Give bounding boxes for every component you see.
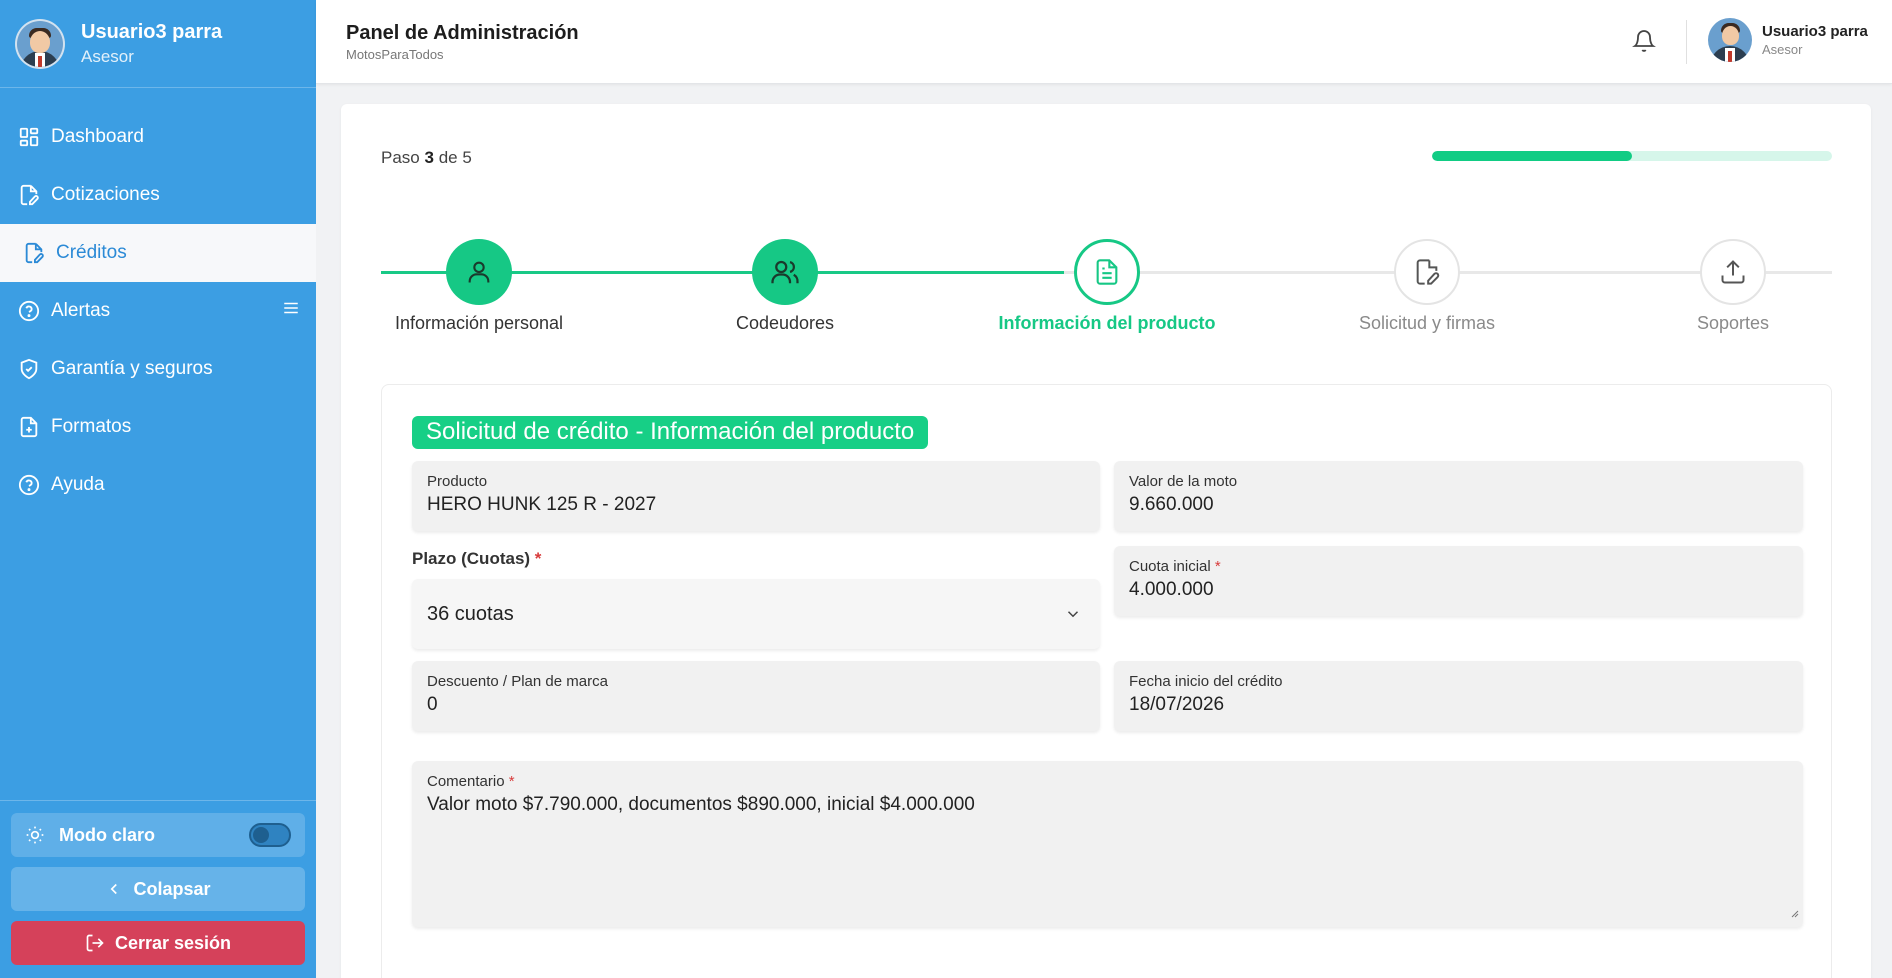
field-value: Valor moto $7.790.000, documentos $890.0… bbox=[427, 794, 975, 815]
sidebar-nav: Dashboard Cotizaciones Créditos Alertas bbox=[0, 108, 316, 514]
sidebar-item-garantia[interactable]: Garantía y seguros bbox=[0, 340, 316, 398]
sidebar-item-dashboard[interactable]: Dashboard bbox=[0, 108, 316, 166]
theme-toggle[interactable] bbox=[249, 823, 291, 847]
sidebar-user-role: Asesor bbox=[81, 46, 134, 66]
header-divider bbox=[1686, 20, 1687, 64]
section-title: Solicitud de crédito - Información del p… bbox=[412, 416, 929, 449]
field-label-text: Comentario bbox=[427, 773, 505, 790]
field-label: Descuento / Plan de marca bbox=[427, 673, 608, 690]
document-edit-icon bbox=[22, 241, 46, 265]
field-label: Fecha inicio del crédito bbox=[1129, 673, 1283, 690]
field-label: Producto bbox=[427, 473, 488, 490]
page-title: Panel de Administración bbox=[346, 22, 579, 44]
header-user-menu[interactable]: Usuario3 parra Asesor bbox=[1708, 18, 1868, 62]
file-text-icon bbox=[1074, 239, 1140, 305]
required-mark: * bbox=[534, 549, 542, 568]
plazo-label: Plazo (Cuotas) * bbox=[412, 549, 541, 569]
avatar bbox=[15, 18, 65, 69]
sidebar-user-name: Usuario3 parra bbox=[81, 20, 223, 43]
fecha-inicio-field[interactable]: Fecha inicio del crédito 18/07/2026 bbox=[1114, 661, 1803, 731]
wizard-progress-fill bbox=[1432, 151, 1632, 161]
collapse-label: Colapsar bbox=[133, 878, 211, 899]
sidebar-item-label: Dashboard bbox=[51, 126, 144, 147]
chevron-down-icon bbox=[1064, 605, 1082, 628]
chevron-left-icon bbox=[105, 880, 123, 898]
wizard-stepper: Información personal Codeudores Informac… bbox=[381, 236, 1832, 346]
field-label-text: Cuota inicial bbox=[1129, 558, 1211, 575]
shield-check-icon bbox=[17, 357, 41, 381]
producto-field[interactable]: Producto HERO HUNK 125 R - 2027 bbox=[412, 461, 1100, 531]
bell-icon[interactable] bbox=[1632, 28, 1656, 59]
document-edit-icon bbox=[17, 183, 41, 207]
sidebar-item-label: Garantía y seguros bbox=[51, 358, 213, 379]
resize-handle-icon[interactable] bbox=[1789, 905, 1799, 923]
theme-mode-label: Modo claro bbox=[59, 824, 156, 845]
sidebar-item-label: Formatos bbox=[51, 416, 132, 437]
top-header: Panel de Administración MotosParaTodos U… bbox=[316, 0, 1892, 84]
field-label: Valor de la moto bbox=[1129, 473, 1238, 490]
step-label: Soportes bbox=[1696, 313, 1770, 333]
field-value: 18/07/2026 bbox=[1129, 694, 1225, 715]
step-indicator: Paso 3 de 5 bbox=[381, 148, 472, 168]
field-value: HERO HUNK 125 R - 2027 bbox=[427, 494, 657, 515]
required-mark: * bbox=[508, 773, 515, 790]
sidebar-item-label: Créditos bbox=[56, 242, 127, 263]
sidebar-item-alertas[interactable]: Alertas bbox=[0, 282, 316, 340]
valor-moto-field[interactable]: Valor de la moto 9.660.000 bbox=[1114, 461, 1803, 531]
field-value: 4.000.000 bbox=[1129, 579, 1214, 600]
upload-icon bbox=[1700, 239, 1766, 305]
sidebar-item-ayuda[interactable]: Ayuda bbox=[0, 456, 316, 514]
cuota-inicial-field[interactable]: Cuota inicial * 4.000.000 bbox=[1114, 546, 1803, 616]
collapse-button[interactable]: Colapsar bbox=[11, 867, 305, 911]
comentario-textarea[interactable]: Comentario * Valor moto $7.790.000, docu… bbox=[412, 761, 1803, 927]
descuento-field[interactable]: Descuento / Plan de marca 0 bbox=[412, 661, 1100, 731]
field-label: Comentario * bbox=[427, 773, 515, 790]
avatar bbox=[1708, 18, 1752, 62]
logout-icon bbox=[85, 933, 105, 953]
sidebar: Usuario3 parra Asesor Dashboard Cotizaci… bbox=[0, 0, 316, 978]
header-user-name: Usuario3 parra bbox=[1762, 23, 1868, 40]
required-mark: * bbox=[1214, 558, 1221, 575]
plazo-select-value: 36 cuotas bbox=[427, 603, 514, 625]
sidebar-item-label: Ayuda bbox=[51, 474, 105, 495]
sidebar-item-formatos[interactable]: Formatos bbox=[0, 398, 316, 456]
question-circle-icon bbox=[17, 299, 41, 323]
field-label: Cuota inicial * bbox=[1129, 558, 1221, 575]
sidebar-footer: Modo claro Colapsar Cerrar sesión bbox=[0, 800, 316, 978]
step-total: de 5 bbox=[438, 148, 472, 167]
question-circle-icon bbox=[17, 473, 41, 497]
field-value: 0 bbox=[427, 694, 438, 715]
step-current: 3 bbox=[424, 148, 434, 167]
plazo-label-text: Plazo (Cuotas) bbox=[412, 549, 531, 568]
theme-mode-row: Modo claro bbox=[11, 813, 305, 857]
user-icon bbox=[446, 239, 512, 305]
users-icon bbox=[752, 239, 818, 305]
credit-wizard-card: Paso 3 de 5 Información personal Codeudo… bbox=[341, 104, 1871, 978]
wizard-progress-bar bbox=[1432, 151, 1832, 161]
sidebar-item-cotizaciones[interactable]: Cotizaciones bbox=[0, 166, 316, 224]
product-form: Solicitud de crédito - Información del p… bbox=[381, 384, 1832, 978]
step-prefix: Paso bbox=[381, 148, 420, 167]
signature-icon bbox=[1394, 239, 1460, 305]
page-subtitle: MotosParaTodos bbox=[346, 47, 444, 62]
sidebar-item-label: Cotizaciones bbox=[51, 184, 160, 205]
file-plus-icon bbox=[17, 415, 41, 439]
sidebar-user: Usuario3 parra Asesor bbox=[0, 0, 316, 88]
plazo-select[interactable]: 36 cuotas bbox=[412, 579, 1100, 649]
logout-button[interactable]: Cerrar sesión bbox=[11, 921, 305, 965]
logout-label: Cerrar sesión bbox=[114, 932, 232, 953]
sun-icon bbox=[25, 825, 45, 845]
field-value: 9.660.000 bbox=[1129, 494, 1214, 515]
header-user-role: Asesor bbox=[1762, 42, 1803, 57]
dashboard-icon bbox=[17, 125, 41, 149]
sidebar-item-label: Alertas bbox=[51, 300, 111, 321]
sidebar-item-creditos[interactable]: Créditos bbox=[0, 224, 316, 282]
